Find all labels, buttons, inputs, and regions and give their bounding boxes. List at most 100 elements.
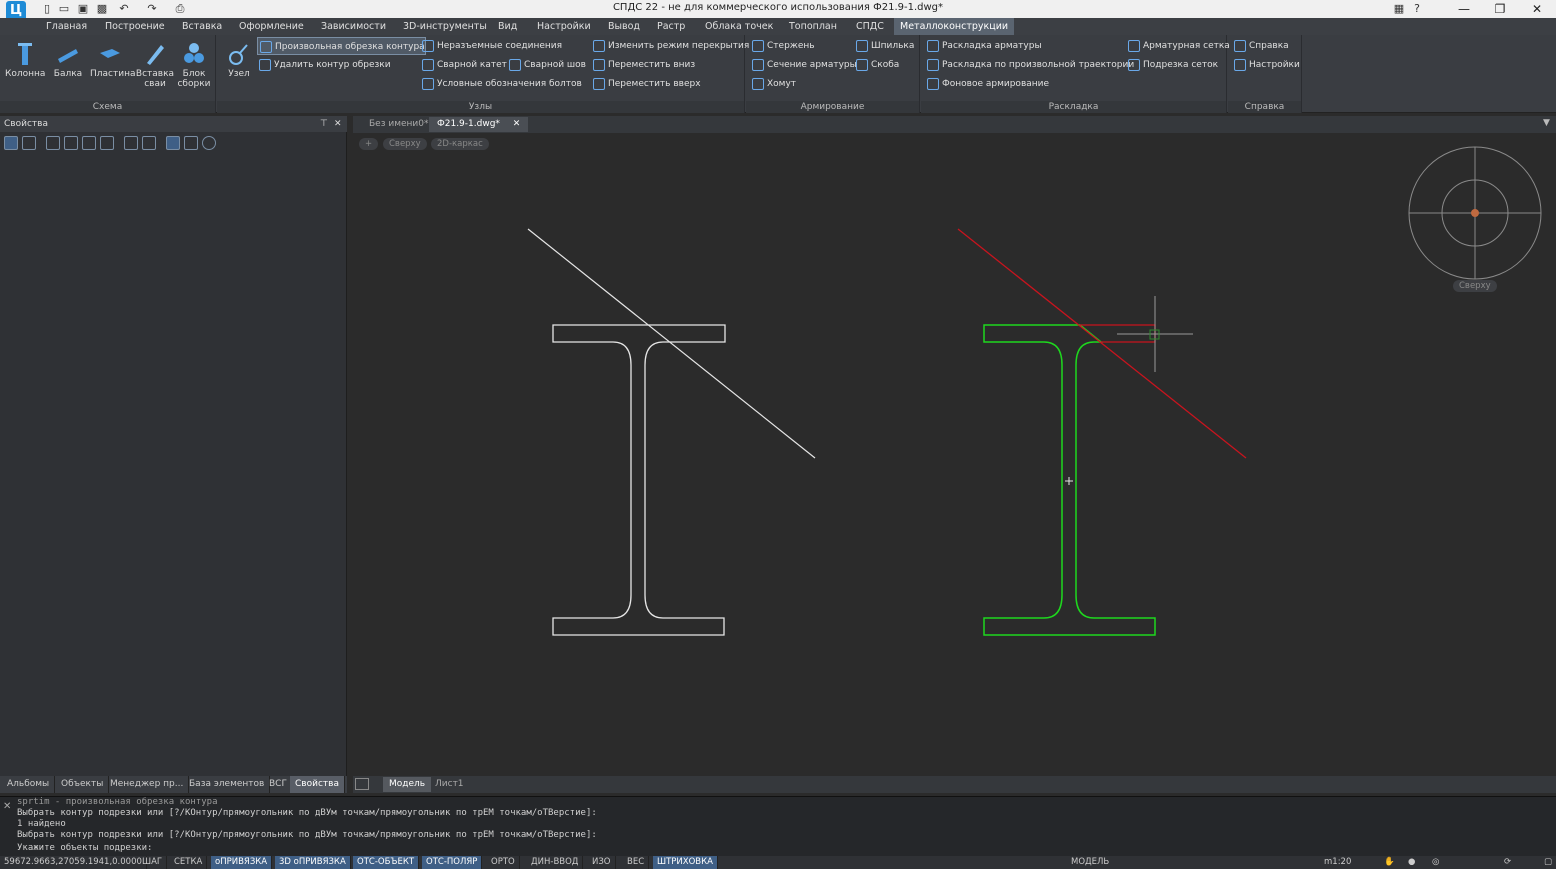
toggle-hatch[interactable]: ШТРИХОВКА — [653, 856, 718, 869]
tab-design[interactable]: Оформление — [233, 18, 310, 35]
pan-hand-icon[interactable]: ✋ — [1380, 856, 1399, 869]
cmd-prompt[interactable]: Укажите объекты подрезки: — [17, 843, 152, 854]
drawing-canvas[interactable]: + Сверху 2D-каркас Сверху — [353, 133, 1556, 776]
weld-leg-button[interactable]: Сварной катет — [420, 56, 507, 74]
tab-constraints[interactable]: Зависимости — [315, 18, 392, 35]
workspace-icon[interactable]: ▦ — [1392, 2, 1406, 16]
viewcube-label[interactable]: Сверху — [1453, 280, 1497, 292]
zoom-icon[interactable]: ◎ — [1428, 856, 1443, 869]
rebar-layout-button[interactable]: Раскладка арматуры — [925, 37, 1042, 55]
stirrup-button[interactable]: Хомут — [750, 75, 796, 93]
toggle-3d-osnap[interactable]: 3D оПРИВЯЗКА — [275, 856, 351, 869]
tab-vsg[interactable]: ВСГ — [264, 776, 293, 793]
remove-trim-contour-button[interactable]: Удалить контур обрезки — [257, 56, 391, 74]
mesh-trim-button[interactable]: Подрезка сеток — [1126, 56, 1218, 74]
beam-button[interactable]: Балка — [48, 39, 88, 95]
tab-properties[interactable]: Свойства — [290, 776, 345, 793]
permanent-joints-button[interactable]: Неразъемные соединения — [420, 37, 562, 55]
annotation-scale[interactable]: m1:20 — [1320, 856, 1355, 869]
cmd-close-icon[interactable]: ✕ — [3, 801, 11, 812]
panel-close-icon[interactable]: ✕ — [334, 116, 342, 132]
select-all-icon[interactable] — [64, 136, 78, 150]
toggle-isometric[interactable]: ИЗО — [588, 856, 616, 869]
tab-3d-tools[interactable]: 3D-инструменты — [397, 18, 493, 35]
toggle-dynamic-input[interactable]: ДИН-ВВОД — [527, 856, 584, 869]
tab-steel-structures[interactable]: Металлоконструкции — [894, 18, 1015, 35]
tab-construction[interactable]: Построение — [99, 18, 171, 35]
toggle-pickadd-icon[interactable] — [166, 136, 180, 150]
tab-model[interactable]: Модель — [383, 777, 432, 792]
minimize-button[interactable]: — — [1446, 0, 1482, 18]
trim-line-right[interactable] — [957, 228, 1247, 459]
bracket-button[interactable]: Скоба — [854, 56, 899, 74]
weld-seam-button[interactable]: Сварной шов — [507, 56, 586, 74]
tab-objects[interactable]: Объекты — [56, 776, 110, 793]
rebar-section-button[interactable]: Сечение арматуры — [750, 56, 857, 74]
toggle-osnap[interactable]: оПРИВЯЗКА — [211, 856, 273, 869]
pin-icon[interactable]: ⊤ — [320, 116, 328, 132]
command-line[interactable]: ✕ sprtim - произвольная обрезка контура … — [0, 796, 1556, 856]
clear-selection-icon[interactable] — [184, 136, 198, 150]
match-props-icon[interactable] — [142, 136, 156, 150]
tab-insert[interactable]: Вставка — [176, 18, 228, 35]
fullscreen-icon[interactable]: ▢ — [1540, 856, 1556, 869]
copy-props-icon[interactable] — [124, 136, 138, 150]
toggle-grid[interactable]: СЕТКА — [170, 856, 208, 869]
toggle-polar-tracking[interactable]: ОТС-ПОЛЯР — [422, 856, 483, 869]
select-mode-icon[interactable] — [4, 136, 18, 150]
stirrup-icon — [752, 77, 764, 90]
restore-button[interactable]: ❐ — [1482, 0, 1518, 18]
node-button[interactable]: Узел — [219, 39, 259, 95]
model-space-indicator[interactable]: МОДЕЛЬ — [1067, 856, 1113, 869]
trim-line-left[interactable] — [527, 228, 816, 459]
doc-tab-close-icon[interactable]: ✕ — [513, 119, 521, 129]
change-overlap-mode-button[interactable]: Изменить режим перекрытия — [591, 37, 749, 55]
tie-pin-button[interactable]: Шпилька — [854, 37, 914, 55]
background-reinforcement-button[interactable]: Фоновое армирование — [925, 75, 1049, 93]
select-window-icon[interactable] — [46, 136, 60, 150]
tabs-dropdown-icon[interactable]: ▼ — [1543, 118, 1550, 128]
tab-topoplan[interactable]: Топоплан — [783, 18, 843, 35]
tab-view[interactable]: Вид — [492, 18, 523, 35]
doc-tab-current[interactable]: Ф21.9-1.dwg* ✕ — [429, 117, 529, 132]
viewcube-compass[interactable] — [1408, 146, 1542, 280]
pointer-icon[interactable] — [22, 136, 36, 150]
doc-tab-unnamed[interactable]: Без имени0* — [361, 117, 437, 132]
move-down-button[interactable]: Переместить вниз — [591, 56, 695, 74]
tab-albums[interactable]: Альбомы — [2, 776, 56, 793]
tab-project-manager[interactable]: Менеджер пр... — [105, 776, 190, 793]
toggle-ortho[interactable]: ОРТО — [487, 856, 520, 869]
quick-select-icon[interactable] — [82, 136, 96, 150]
tab-sheet1[interactable]: Лист1 — [429, 777, 470, 792]
toggle-snap[interactable]: ШАГ — [138, 856, 168, 869]
insert-pile-button[interactable]: Вставка сваи — [134, 39, 176, 95]
filter-icon[interactable] — [100, 136, 114, 150]
layout-list-icon[interactable] — [355, 778, 369, 790]
help-icon[interactable]: ? — [1410, 2, 1424, 16]
plate-button[interactable]: Пластина — [90, 39, 135, 95]
arbitrary-path-layout-button[interactable]: Раскладка по произвольной траектории — [925, 56, 1134, 74]
tab-spds[interactable]: СПДС — [850, 18, 890, 35]
tab-output[interactable]: Вывод — [602, 18, 646, 35]
tab-raster[interactable]: Растр — [651, 18, 691, 35]
i-beam-profile-left[interactable] — [552, 324, 726, 636]
arbitrary-contour-trim-button[interactable]: Произвольная обрезка контура — [257, 37, 426, 55]
tab-home[interactable]: Главная — [40, 18, 93, 35]
rebar-button[interactable]: Стержень — [750, 37, 815, 55]
settings-button[interactable]: Настройки — [1232, 56, 1300, 74]
workspace-switch-icon[interactable]: ⟳ — [1500, 856, 1515, 869]
rebar-mesh-button[interactable]: Арматурная сетка — [1126, 37, 1230, 55]
move-up-button[interactable]: Переместить вверх — [591, 75, 701, 93]
question-icon[interactable] — [202, 136, 216, 150]
tab-point-clouds[interactable]: Облака точек — [699, 18, 779, 35]
help-button[interactable]: Справка — [1232, 37, 1289, 55]
column-button[interactable]: Колонна — [5, 39, 45, 95]
tab-element-base[interactable]: База элементов — [184, 776, 271, 793]
tab-settings[interactable]: Настройки — [531, 18, 597, 35]
toggle-lineweight[interactable]: ВЕС — [623, 856, 650, 869]
close-button[interactable]: ✕ — [1519, 0, 1555, 18]
bolt-symbols-button[interactable]: Условные обозначения болтов — [420, 75, 582, 93]
steering-wheel-icon[interactable]: ● — [1404, 856, 1419, 869]
toggle-object-tracking[interactable]: ОТС-ОБЪЕКТ — [353, 856, 420, 869]
assembly-block-button[interactable]: Блок сборки — [174, 39, 214, 95]
